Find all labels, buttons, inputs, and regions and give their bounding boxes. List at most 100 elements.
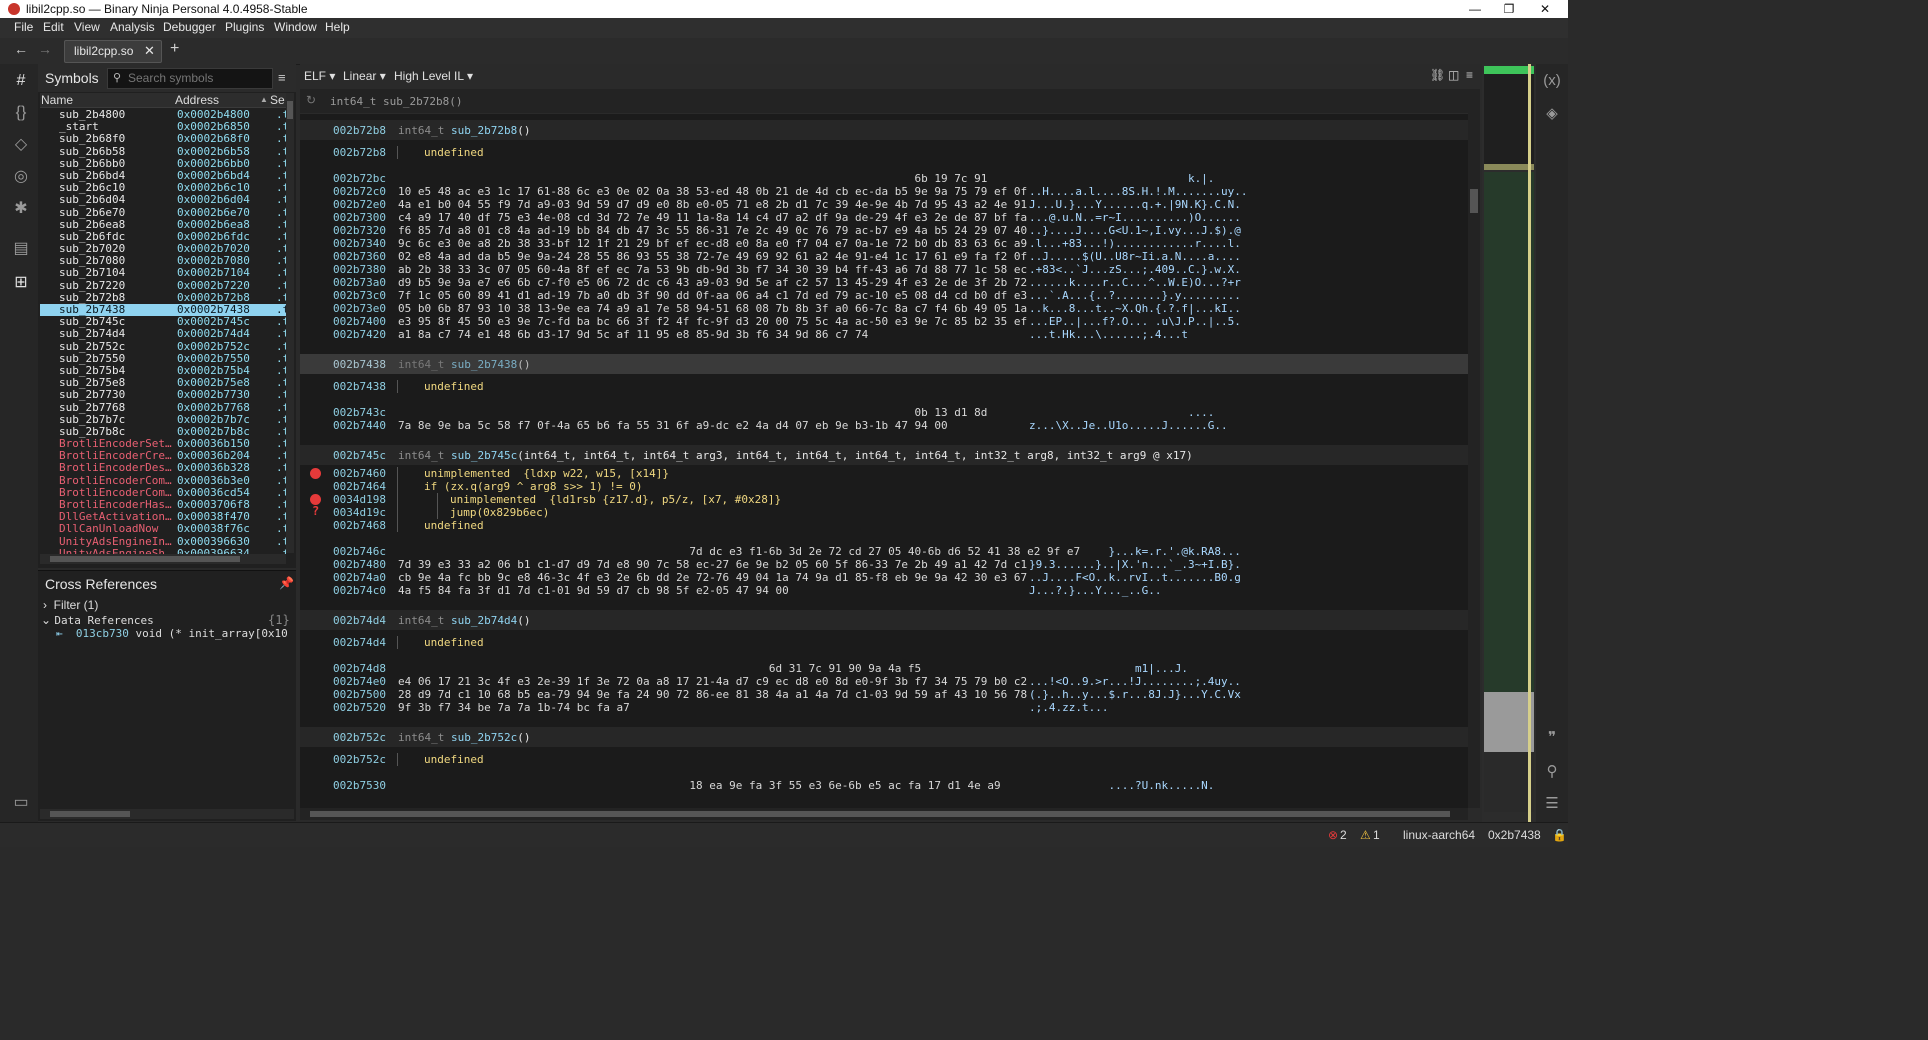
symbol-row[interactable]: BrotliEncoderDes… 0x00036b328 .t bbox=[40, 462, 286, 474]
location-icon[interactable]: ◎ bbox=[10, 166, 32, 188]
symbol-row[interactable]: sub_2b74d4 0x0002b74d4 .t bbox=[40, 328, 286, 340]
hex-ascii: k.|. bbox=[1029, 172, 1215, 185]
menu-edit[interactable]: Edit bbox=[43, 20, 64, 34]
console-icon[interactable]: ▭ bbox=[10, 792, 32, 814]
sidebar-icon-bar: # {} ◇ ◎ ✱ ▤ ⊞ ▭ bbox=[0, 64, 38, 824]
menu-analysis[interactable]: Analysis bbox=[110, 20, 155, 34]
types-icon[interactable]: {} bbox=[10, 102, 32, 124]
symbol-row[interactable]: sub_2b752c 0x0002b752c .t bbox=[40, 339, 286, 353]
menu-view[interactable]: View bbox=[74, 20, 100, 34]
symbol-section: .t bbox=[276, 449, 286, 463]
menu-plugins[interactable]: Plugins bbox=[225, 20, 264, 34]
symbol-row[interactable]: sub_2b7104 0x0002b7104 .t bbox=[40, 267, 286, 279]
lock-icon[interactable]: 🔒 bbox=[1552, 828, 1567, 842]
search-symbols-box[interactable]: ⚲ bbox=[107, 68, 273, 89]
close-window-icon[interactable]: ✕ bbox=[1522, 0, 1568, 18]
symbol-address: 0x0002b7220 bbox=[177, 278, 250, 292]
linear-view[interactable]: 002b72b8 int64_t sub_2b72b8() 002b72b8 unde… bbox=[300, 114, 1468, 808]
function-name[interactable]: sub_2b74d4 bbox=[451, 614, 517, 627]
layers-icon[interactable]: ◈ bbox=[1541, 104, 1563, 122]
symbol-row[interactable]: sub_2b7768 0x0002b7768 .t bbox=[40, 400, 286, 414]
debugger-bug-icon[interactable]: ✱ bbox=[10, 198, 32, 220]
symbol-row[interactable]: sub_2b7730 0x0002b7730 .t bbox=[40, 389, 286, 401]
file-tab[interactable]: libil2cpp.so ✕ bbox=[64, 40, 162, 63]
xref-group-data-references[interactable]: ⌄ Data References bbox=[41, 613, 154, 627]
function-signature: int64_t sub_2b745c(int64_t, int64_t, int… bbox=[398, 449, 1193, 462]
hex-address: 002b7480 bbox=[333, 558, 386, 571]
new-tab-icon[interactable]: + bbox=[170, 40, 179, 58]
il-dropdown[interactable]: High Level IL ▾ bbox=[394, 69, 473, 83]
line-address: 002b752c bbox=[333, 753, 386, 766]
column-name[interactable]: Name bbox=[41, 93, 73, 107]
main-horizontal-scrollbar[interactable] bbox=[300, 808, 1468, 820]
hex-address: 002b743c bbox=[333, 406, 386, 419]
symbols-vertical-scrollbar[interactable] bbox=[286, 93, 294, 553]
cross-references-icon[interactable]: ⊞ bbox=[10, 272, 32, 294]
view-mode-dropdown[interactable]: Linear ▾ bbox=[343, 69, 386, 83]
xref-filter-label: Filter (1) bbox=[53, 598, 99, 612]
symbol-row[interactable]: sub_2b7220 0x0002b7220 .t bbox=[40, 278, 286, 292]
function-header[interactable]: 002b7438 int64_t sub_2b7438() bbox=[300, 354, 1468, 374]
pin-icon[interactable]: 📌 bbox=[279, 576, 294, 590]
chevron-down-icon: ⌄ bbox=[41, 613, 52, 627]
tags-icon[interactable]: ◇ bbox=[10, 134, 32, 156]
symbols-header: Symbols ⚲ ≡ bbox=[38, 64, 296, 92]
xrefs-horizontal-scrollbar[interactable] bbox=[40, 809, 294, 819]
hex-ascii: z...\X..Je..U1o.....J......G.. bbox=[1029, 419, 1228, 432]
menu-window[interactable]: Window bbox=[274, 20, 317, 34]
link-icon[interactable]: ⛓ bbox=[1430, 68, 1445, 82]
function-name[interactable]: sub_2b745c bbox=[451, 449, 517, 462]
symbol-address: 0x0002b752c bbox=[177, 339, 250, 353]
symbols-hash-icon[interactable]: # bbox=[10, 70, 32, 92]
symbol-row[interactable]: UnityAdsEngineIn… 0x000396630 .t bbox=[40, 535, 286, 548]
function-name[interactable]: sub_2b7438 bbox=[451, 358, 517, 371]
xref-filter-toggle[interactable]: › Filter (1) bbox=[43, 598, 98, 612]
symbol-section: .t bbox=[276, 461, 286, 475]
feature-map[interactable] bbox=[1482, 64, 1536, 824]
symbol-row[interactable]: sub_2b68f0 0x0002b68f0 .t bbox=[40, 133, 286, 145]
warning-icon[interactable]: ⚠ bbox=[1360, 828, 1371, 842]
symbol-row[interactable]: BrotliEncoderCom… 0x00036b3e0 .t bbox=[40, 474, 286, 487]
symbols-menu-icon[interactable]: ≡ bbox=[278, 70, 286, 85]
symbol-section: .t bbox=[276, 400, 286, 414]
column-section[interactable]: Se bbox=[270, 93, 285, 107]
function-name[interactable]: sub_2b72b8 bbox=[451, 124, 517, 137]
search-symbols-input[interactable] bbox=[128, 70, 266, 85]
symbol-section: .t bbox=[276, 388, 286, 402]
function-header[interactable]: 002b74d4 int64_t sub_2b74d4() bbox=[300, 610, 1468, 630]
symbol-row[interactable]: sub_2b6b58 0x0002b6b58 .t bbox=[40, 145, 286, 158]
symbol-row[interactable]: sub_2b6d04 0x0002b6d04 .t bbox=[40, 194, 286, 206]
symbols-horizontal-scrollbar[interactable] bbox=[40, 554, 286, 564]
xref-entry[interactable]: ⇤ 013cb730 void (* init_array[0x10 bbox=[56, 627, 288, 640]
stack-icon[interactable]: ▤ bbox=[10, 238, 32, 260]
current-address[interactable]: 0x2b7438 bbox=[1488, 828, 1541, 842]
split-view-icon[interactable]: ◫ bbox=[1448, 68, 1459, 82]
column-address[interactable]: Address bbox=[175, 93, 219, 107]
format-dropdown[interactable]: ELF ▾ bbox=[304, 69, 335, 83]
view-menu-icon[interactable]: ≡ bbox=[1466, 68, 1473, 82]
forward-arrow-icon[interactable]: → bbox=[38, 41, 52, 57]
back-arrow-icon[interactable]: ← bbox=[14, 41, 28, 57]
function-header[interactable]: 002b745c int64_t sub_2b745c(int64_t, int6… bbox=[300, 445, 1468, 465]
il-label: High Level IL bbox=[394, 69, 464, 83]
log-icon[interactable]: ☰ bbox=[1541, 794, 1563, 812]
function-header[interactable]: 002b752c int64_t sub_2b752c() bbox=[300, 727, 1468, 747]
il-text: jump(0x829b6ec) bbox=[450, 506, 550, 519]
error-icon[interactable]: ⊗ bbox=[1328, 828, 1338, 842]
symbol-name: BrotliEncoderDes… bbox=[59, 461, 172, 475]
symbol-row[interactable]: DllCanUnloadNow 0x00038f76c .t bbox=[40, 523, 286, 535]
symbol-row[interactable]: sub_2b6e70 0x0002b6e70 .t bbox=[40, 206, 286, 219]
quote-icon[interactable]: ❞ bbox=[1541, 728, 1563, 746]
search-right-icon[interactable]: ⚲ bbox=[1541, 762, 1563, 780]
menu-help[interactable]: Help bbox=[325, 20, 350, 34]
variables-icon[interactable]: (x) bbox=[1541, 72, 1563, 89]
main-vertical-scrollbar[interactable] bbox=[1468, 89, 1480, 808]
platform-label[interactable]: linux-aarch64 bbox=[1403, 828, 1475, 842]
close-tab-icon[interactable]: ✕ bbox=[144, 43, 155, 59]
menu-file[interactable]: File bbox=[14, 20, 33, 34]
refresh-icon[interactable]: ↻ bbox=[306, 93, 316, 107]
function-name[interactable]: sub_2b752c bbox=[451, 731, 517, 744]
symbol-section: .t bbox=[276, 168, 286, 182]
menu-debugger[interactable]: Debugger bbox=[163, 20, 216, 34]
function-header[interactable]: 002b72b8 int64_t sub_2b72b8() bbox=[300, 120, 1468, 140]
